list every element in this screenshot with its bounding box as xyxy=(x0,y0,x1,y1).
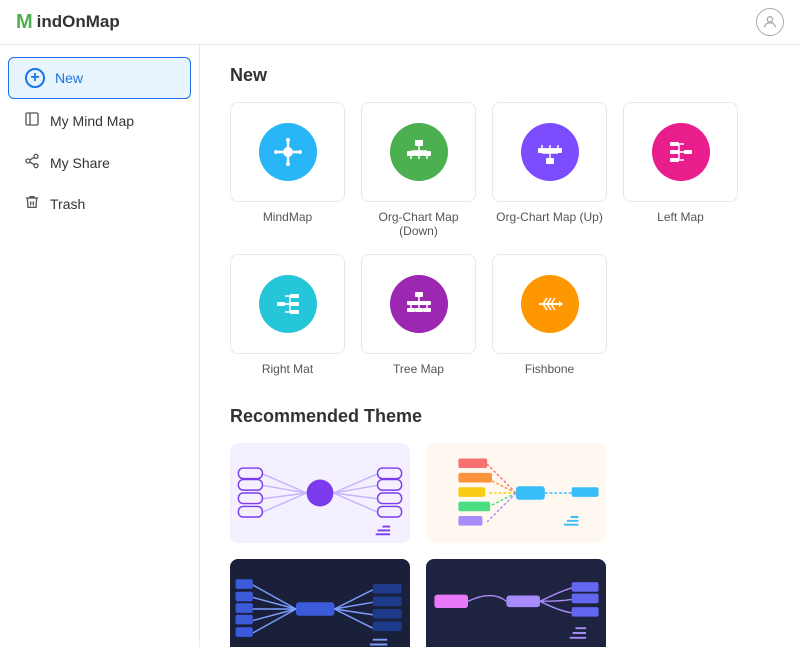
map-card-left-map[interactable]: Left Map xyxy=(623,102,738,238)
theme-card-4[interactable] xyxy=(426,559,606,647)
new-section-title: New xyxy=(230,65,770,86)
content-area: New xyxy=(200,45,800,647)
right-map-circle xyxy=(259,275,317,333)
logo-text: indOnMap xyxy=(37,12,120,32)
orgchart-down-label: Org-Chart Map (Down) xyxy=(361,210,476,238)
sidebar-item-new-label: New xyxy=(55,70,83,86)
sidebar-item-trash[interactable]: Trash xyxy=(8,184,191,223)
fishbone-label: Fishbone xyxy=(525,362,574,376)
map-card-right-map-wrap[interactable] xyxy=(230,254,345,354)
theme-card-3[interactable] xyxy=(230,559,410,647)
left-map-label: Left Map xyxy=(657,210,704,224)
map-card-fishbone[interactable]: Fishbone xyxy=(492,254,607,376)
theme-card-2[interactable] xyxy=(426,443,606,543)
trash-icon xyxy=(24,194,40,213)
user-avatar-icon[interactable] xyxy=(756,8,784,36)
theme-card-1[interactable] xyxy=(230,443,410,543)
orgchart-down-circle xyxy=(390,123,448,181)
left-map-circle xyxy=(652,123,710,181)
new-plus-icon: + xyxy=(25,68,45,88)
map-type-grid: MindMap xyxy=(230,102,770,376)
main-layout: + New My Mind Map My xyxy=(0,45,800,647)
sidebar-item-mymindmap[interactable]: My Mind Map xyxy=(8,101,191,141)
map-card-orgchart-up-wrap[interactable] xyxy=(492,102,607,202)
theme-grid xyxy=(230,443,770,647)
map-card-mindmap[interactable]: MindMap xyxy=(230,102,345,238)
map-card-tree-map[interactable]: Tree Map xyxy=(361,254,476,376)
right-map-label: Right Mat xyxy=(262,362,313,376)
sidebar-item-myshare[interactable]: My Share xyxy=(8,143,191,182)
map-card-fishbone-wrap[interactable] xyxy=(492,254,607,354)
sidebar: + New My Mind Map My xyxy=(0,45,200,647)
mymindmap-icon xyxy=(24,111,40,131)
map-card-orgchart-down-wrap[interactable] xyxy=(361,102,476,202)
header: M indOnMap xyxy=(0,0,800,45)
tree-map-label: Tree Map xyxy=(393,362,444,376)
logo: M indOnMap xyxy=(16,11,120,34)
sidebar-item-new[interactable]: + New xyxy=(8,57,191,99)
sidebar-item-mymindmap-label: My Mind Map xyxy=(50,113,134,129)
mindmap-circle xyxy=(259,123,317,181)
myshare-icon xyxy=(24,153,40,172)
sidebar-item-trash-label: Trash xyxy=(50,196,85,212)
map-card-mindmap-wrap[interactable] xyxy=(230,102,345,202)
map-card-tree-map-wrap[interactable] xyxy=(361,254,476,354)
mindmap-label: MindMap xyxy=(263,210,312,224)
sidebar-item-myshare-label: My Share xyxy=(50,155,110,171)
tree-map-circle xyxy=(390,275,448,333)
logo-m-letter: M xyxy=(16,11,33,34)
map-card-left-map-wrap[interactable] xyxy=(623,102,738,202)
map-card-right-map[interactable]: Right Mat xyxy=(230,254,345,376)
orgchart-up-circle xyxy=(521,123,579,181)
map-card-orgchart-up[interactable]: Org-Chart Map (Up) xyxy=(492,102,607,238)
map-card-orgchart-down[interactable]: Org-Chart Map (Down) xyxy=(361,102,476,238)
fishbone-circle xyxy=(521,275,579,333)
recommended-theme-title: Recommended Theme xyxy=(230,406,770,427)
orgchart-up-label: Org-Chart Map (Up) xyxy=(496,210,603,224)
